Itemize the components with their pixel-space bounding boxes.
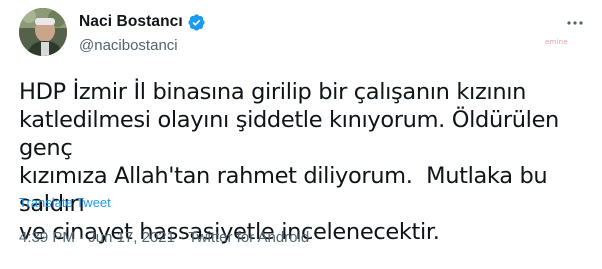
tweet-card: Naci Bostancı @nacibostanci emine HDP İz… xyxy=(0,0,602,269)
tweet-metadata: 4:39 PM · Jun 17, 2021 · Twitter for And… xyxy=(19,229,309,246)
translate-tweet-link[interactable]: Translate Tweet xyxy=(19,195,111,210)
tweet-date[interactable]: Jun 17, 2021 xyxy=(88,229,175,246)
user-handle[interactable]: @nacibostanci xyxy=(79,37,178,54)
author-name-row[interactable]: Naci Bostancı xyxy=(79,11,206,33)
meta-separator: · xyxy=(74,229,89,246)
tweet-time[interactable]: 4:39 PM xyxy=(19,229,75,246)
tweet-text: HDP İzmir İl binasına girilip bir çalışa… xyxy=(19,79,559,245)
verified-badge-icon xyxy=(187,13,206,32)
more-horizontal-icon[interactable] xyxy=(565,13,585,33)
avatar-image xyxy=(19,8,67,56)
display-name[interactable]: Naci Bostancı xyxy=(79,13,183,31)
avatar[interactable] xyxy=(19,8,67,56)
watermark-text: emine xyxy=(545,38,568,46)
meta-separator: · xyxy=(174,229,189,246)
tweet-source[interactable]: Twitter for Android xyxy=(188,229,309,246)
